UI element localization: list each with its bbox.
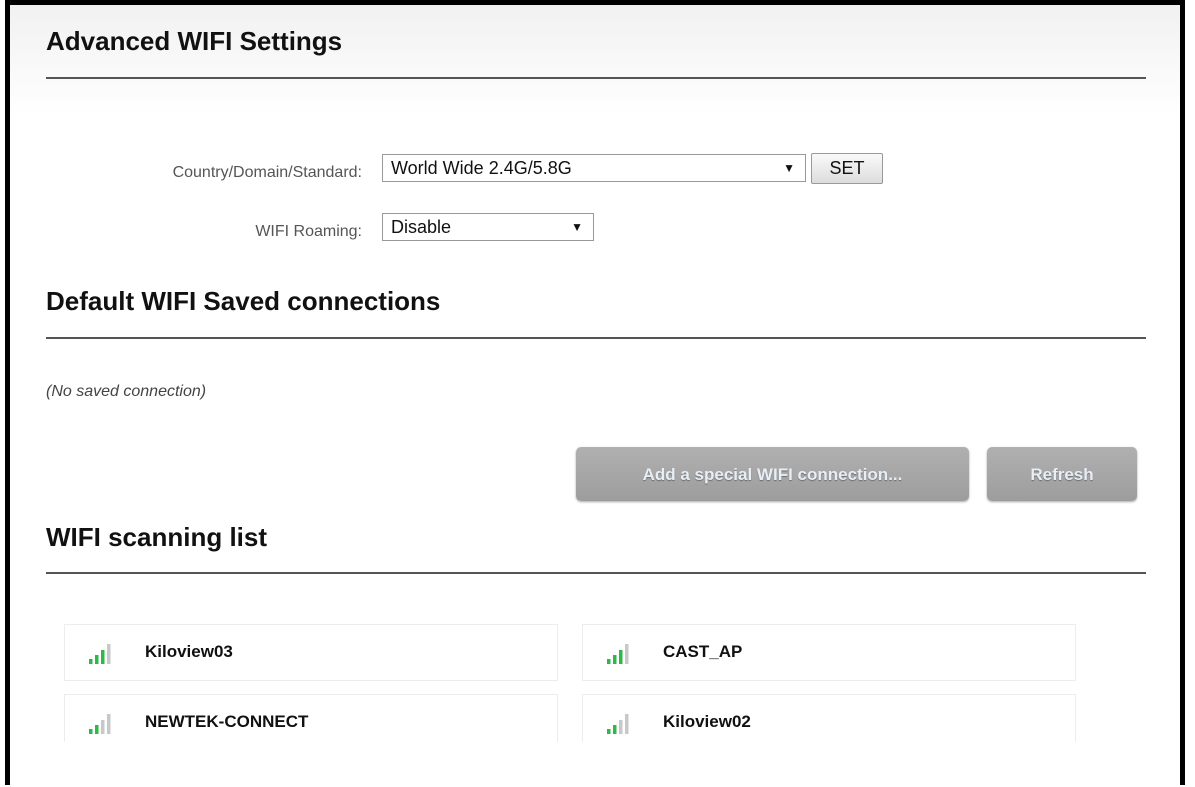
wifi-ssid: Kiloview03 bbox=[145, 642, 233, 661]
section-divider bbox=[46, 337, 1146, 339]
signal-bar bbox=[625, 644, 629, 664]
signal-bar bbox=[89, 659, 93, 664]
no-saved-connection-text: (No saved connection) bbox=[46, 383, 207, 400]
section-divider bbox=[46, 572, 1146, 574]
refresh-button[interactable]: Refresh bbox=[987, 447, 1137, 501]
roaming-label: WIFI Roaming: bbox=[255, 223, 362, 240]
scanning-list-title: WIFI scanning list bbox=[46, 522, 268, 552]
signal-bar bbox=[89, 729, 93, 734]
wifi-ssid: Kiloview02 bbox=[663, 712, 751, 731]
signal-bar bbox=[613, 725, 617, 734]
wifi-network-item[interactable]: Kiloview02 bbox=[582, 694, 1076, 742]
add-special-wifi-button[interactable]: Add a special WIFI connection... bbox=[576, 447, 969, 501]
roaming-select-value: Disable bbox=[391, 217, 452, 237]
wifi-signal-icon bbox=[607, 714, 629, 734]
roaming-select[interactable]: Disable ▼ bbox=[382, 213, 594, 241]
signal-bar bbox=[107, 714, 111, 734]
wifi-network-item[interactable]: CAST_AP bbox=[582, 624, 1076, 681]
signal-bar bbox=[607, 729, 611, 734]
wifi-signal-icon bbox=[607, 644, 629, 664]
wifi-network-item[interactable]: Kiloview03 bbox=[64, 624, 558, 681]
signal-bar bbox=[613, 655, 617, 664]
wifi-signal-icon bbox=[89, 644, 111, 664]
signal-bar bbox=[619, 720, 623, 734]
signal-bar bbox=[101, 650, 105, 664]
section-divider bbox=[46, 77, 1146, 79]
wifi-ssid: CAST_AP bbox=[663, 642, 743, 661]
signal-bar bbox=[619, 650, 623, 664]
wifi-network-item[interactable]: NEWTEK-CONNECT bbox=[64, 694, 558, 742]
signal-bar bbox=[607, 659, 611, 664]
chevron-down-icon: ▼ bbox=[783, 161, 795, 175]
settings-panel: Advanced WIFI Settings Country/Domain/St… bbox=[5, 0, 1185, 785]
country-label: Country/Domain/Standard: bbox=[172, 164, 362, 181]
wifi-signal-icon bbox=[89, 714, 111, 734]
signal-bar bbox=[95, 725, 99, 734]
signal-bar bbox=[107, 644, 111, 664]
set-button[interactable]: SET bbox=[811, 153, 883, 184]
signal-bar bbox=[625, 714, 629, 734]
wifi-ssid: NEWTEK-CONNECT bbox=[145, 712, 309, 731]
signal-bar bbox=[101, 720, 105, 734]
saved-connections-title: Default WIFI Saved connections bbox=[46, 286, 441, 316]
chevron-down-icon: ▼ bbox=[571, 220, 583, 234]
country-select[interactable]: World Wide 2.4G/5.8G ▼ bbox=[382, 154, 806, 182]
advanced-settings-title: Advanced WIFI Settings bbox=[46, 26, 343, 56]
signal-bar bbox=[95, 655, 99, 664]
wifi-scanning-list: Kiloview03 CAST_AP NEWTEK-CONNECT Kilovi… bbox=[64, 618, 1078, 742]
country-select-value: World Wide 2.4G/5.8G bbox=[391, 158, 572, 178]
